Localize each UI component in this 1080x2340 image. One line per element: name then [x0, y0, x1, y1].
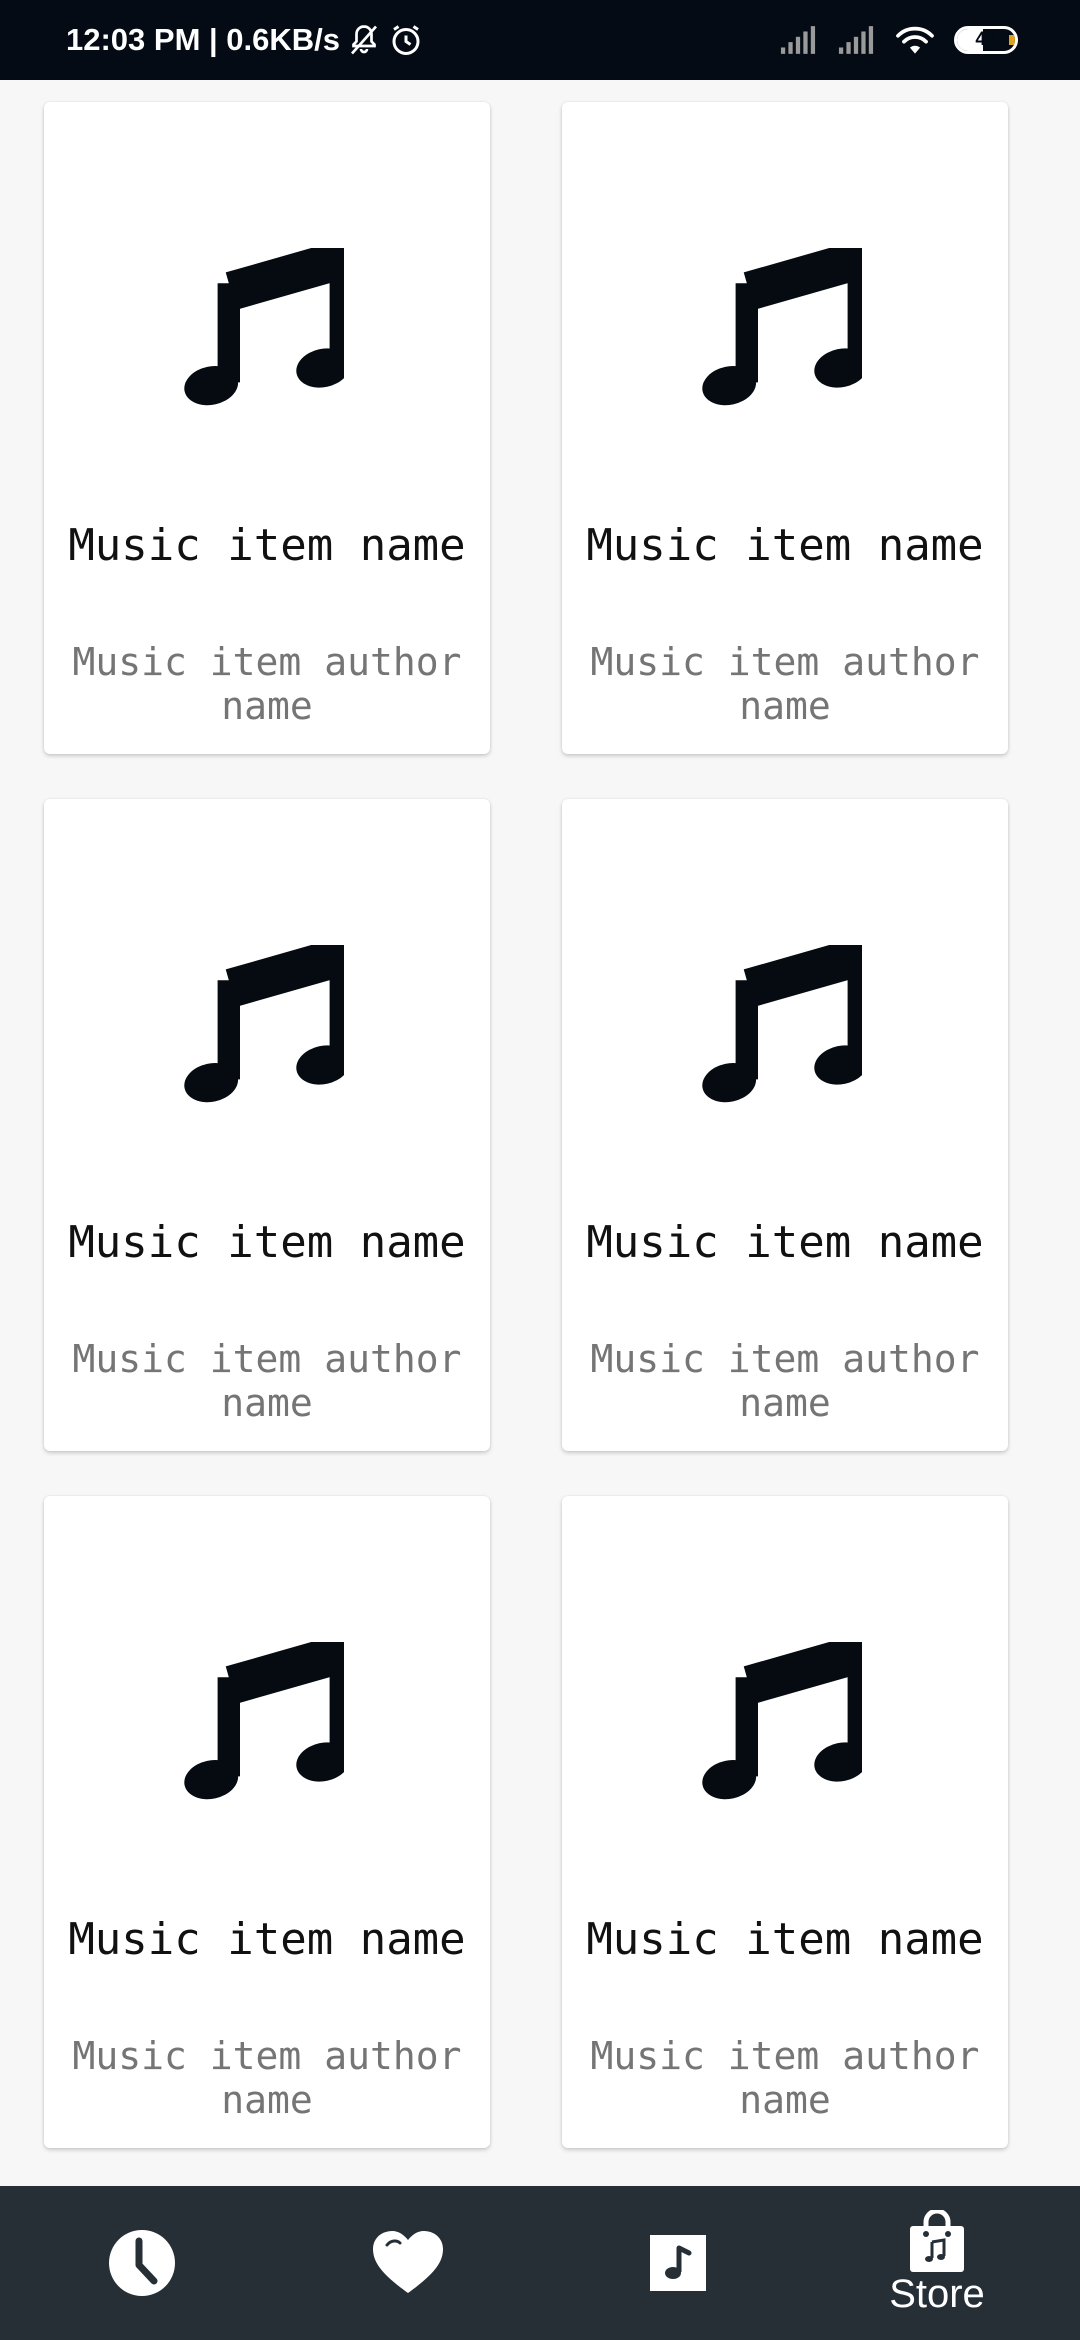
bottom-navigation: Store — [0, 2186, 1080, 2340]
music-item-author: Music item author name — [590, 2034, 980, 2122]
music-item-card[interactable]: Music item name Music item author name — [562, 799, 1008, 1451]
music-item-author: Music item author name — [590, 1337, 980, 1425]
music-note-icon — [184, 945, 344, 1103]
music-note-icon — [702, 248, 862, 406]
music-box-icon — [650, 2235, 706, 2291]
music-item-name: Music item name — [68, 520, 466, 571]
heart-icon — [373, 2231, 443, 2293]
status-bar: 12:03 PM | 0.6KB/s 44 — [0, 0, 1080, 80]
signal-icon — [780, 26, 816, 54]
signal-icon — [838, 26, 874, 54]
music-item-name: Music item name — [586, 1217, 984, 1268]
nav-item-library[interactable] — [626, 2186, 730, 2340]
music-item-card[interactable]: Music item name Music item author name — [562, 1496, 1008, 2148]
music-item-card[interactable]: Music item name Music item author name — [562, 102, 1008, 754]
shopping-bag-icon — [910, 2210, 964, 2272]
music-item-card[interactable]: Music item name Music item author name — [44, 1496, 490, 2148]
music-note-icon — [184, 1642, 344, 1800]
music-item-author: Music item author name — [72, 1337, 462, 1425]
music-note-icon — [702, 1642, 862, 1800]
nav-label-store: Store — [889, 2272, 985, 2316]
music-item-name: Music item name — [586, 520, 984, 571]
music-item-card[interactable]: Music item name Music item author name — [44, 102, 490, 754]
nav-item-recent[interactable] — [90, 2186, 194, 2340]
music-item-author: Music item author name — [72, 2034, 462, 2122]
status-time-speed: 12:03 PM | 0.6KB/s — [66, 22, 341, 57]
wifi-icon — [896, 26, 934, 54]
music-item-name: Music item name — [68, 1914, 466, 1965]
music-item-author: Music item author name — [590, 640, 980, 728]
battery-level: 44 — [975, 29, 997, 50]
nav-item-favorites[interactable] — [356, 2186, 460, 2340]
music-item-name: Music item name — [586, 1914, 984, 1965]
music-note-icon — [184, 248, 344, 406]
clock-icon — [109, 2230, 175, 2296]
music-note-icon — [702, 945, 862, 1103]
mute-icon — [351, 25, 378, 55]
nav-item-store[interactable]: Store — [866, 2186, 1008, 2340]
status-left: 12:03 PM | 0.6KB/s — [66, 22, 424, 58]
music-item-name: Music item name — [68, 1217, 466, 1268]
music-item-card[interactable]: Music item name Music item author name — [44, 799, 490, 1451]
status-right: 44 — [778, 23, 1018, 57]
battery-icon: 44 — [954, 26, 1018, 54]
alarm-icon — [392, 25, 420, 55]
music-item-author: Music item author name — [72, 640, 462, 728]
